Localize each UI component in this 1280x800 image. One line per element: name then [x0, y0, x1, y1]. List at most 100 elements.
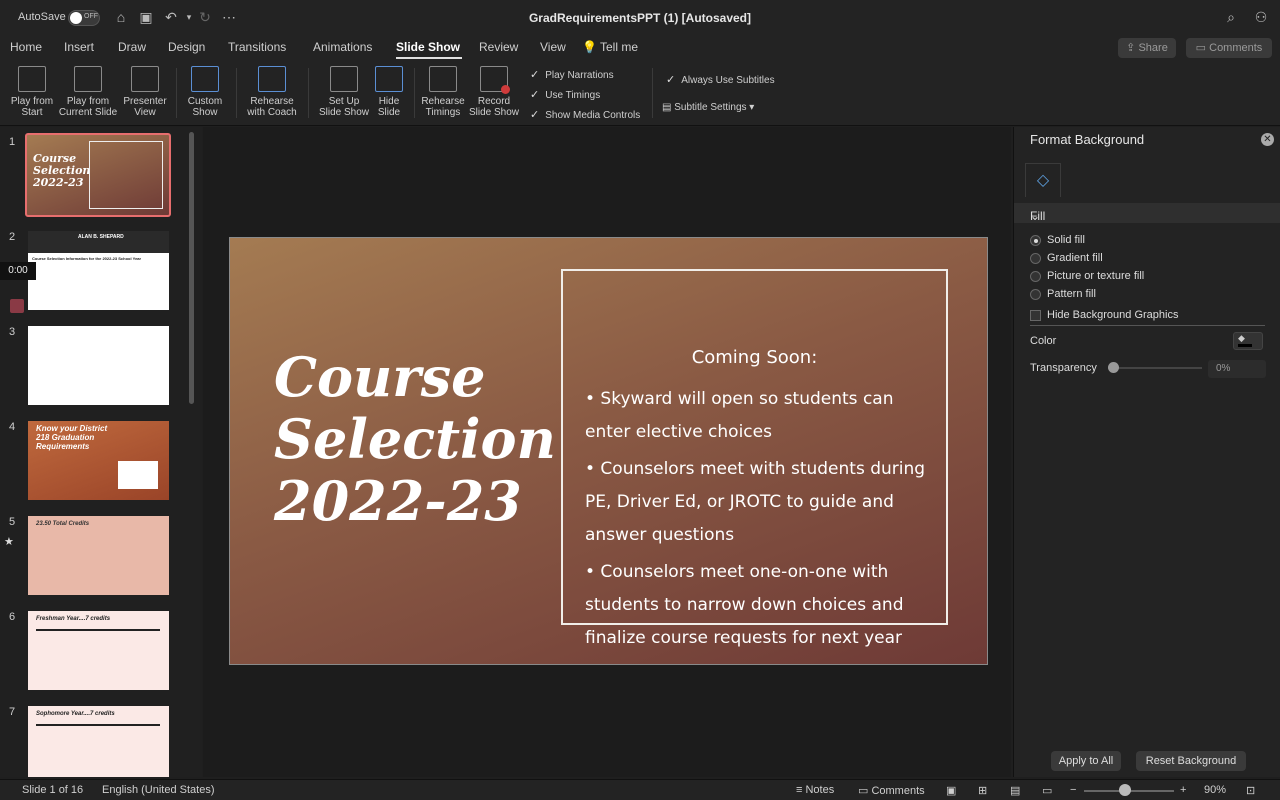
tab-transitions[interactable]: Transitions	[228, 40, 286, 54]
hide-slide-button[interactable]: Hide Slide	[372, 66, 406, 118]
tell-me-search[interactable]: Tell me	[600, 40, 638, 54]
comment-icon: ▭	[1195, 42, 1210, 54]
set-up-label: Set Up Slide Show	[318, 96, 370, 118]
radio-dot	[1030, 252, 1041, 264]
slide-number: 7	[9, 706, 16, 718]
hide-background-graphics-checkbox[interactable]: Hide Background Graphics	[1030, 309, 1178, 321]
radio-dot	[1030, 270, 1041, 282]
play-current-slide-button[interactable]: Play from Current Slide	[58, 66, 118, 118]
presenter-view-button[interactable]: Presenter View	[120, 66, 170, 118]
panel-divider	[1030, 325, 1265, 326]
ribbon-tabs: Home Insert Draw Design Transitions Anim…	[0, 36, 1280, 60]
tab-slide-show[interactable]: Slide Show	[396, 40, 460, 54]
panel-title: Format Background	[1030, 132, 1145, 147]
rehearse-coach-button[interactable]: Rehearse with Coach	[244, 66, 300, 118]
hide-slide-label: Hide Slide	[377, 96, 401, 118]
language-indicator[interactable]: English (United States)	[102, 784, 215, 796]
zoom-percentage[interactable]: 90%	[1204, 784, 1226, 796]
tab-draw[interactable]: Draw	[118, 40, 146, 54]
slide-thumbnail-4[interactable]: Know your District 218 Graduation Requir…	[28, 421, 169, 500]
custom-show-button[interactable]: Custom Show	[182, 66, 228, 118]
bullet-item: • Counselors meet one-on-one with studen…	[585, 562, 904, 648]
thumb-textbox	[89, 141, 163, 209]
play-from-start-label: Play from Start	[10, 96, 54, 118]
custom-show-label: Custom Show	[187, 96, 223, 118]
fit-to-window-icon[interactable]: ⊡	[1246, 784, 1255, 797]
show-media-controls-checkbox[interactable]: ✓ Show Media Controls	[530, 108, 640, 121]
recording-timer: 0:00	[0, 262, 36, 280]
tab-design[interactable]: Design	[168, 40, 205, 54]
thumb-title: Know your District 218 Graduation Requir…	[36, 424, 108, 451]
apply-to-all-button[interactable]: Apply to All	[1051, 751, 1121, 771]
slide-thumbnail-7[interactable]: Sophomore Year....7 credits	[28, 706, 169, 777]
ribbon-separator	[414, 68, 415, 118]
thumb-title: Sophomore Year....7 credits	[36, 711, 115, 717]
tab-animations[interactable]: Animations	[313, 40, 372, 54]
rehearse-timings-button[interactable]: Rehearse Timings	[418, 66, 468, 118]
thumb-divider	[36, 629, 160, 631]
presenter-view-label: Presenter View	[123, 96, 167, 118]
box-heading: Coming Soon:	[691, 347, 818, 368]
slide-thumbnail-1[interactable]: Course Selection 2022-23	[25, 133, 171, 217]
subtitle-settings-dropdown[interactable]: ▤ Subtitle Settings ▾	[662, 102, 754, 113]
picture-fill-radio[interactable]: Picture or texture fill	[1030, 270, 1144, 282]
always-use-subtitles-checkbox[interactable]: ✓ Always Use Subtitles	[666, 73, 775, 86]
zoom-out-icon[interactable]: −	[1070, 784, 1076, 796]
ribbon-separator	[176, 68, 177, 118]
record-slide-show-button[interactable]: Record Slide Show	[468, 66, 520, 118]
play-narrations-checkbox[interactable]: ✓ Play Narrations	[530, 68, 614, 81]
notes-button[interactable]: ≡ Notes	[796, 784, 834, 796]
pattern-fill-radio[interactable]: Pattern fill	[1030, 288, 1096, 300]
slide-thumbnail-2[interactable]: ALAN B. SHEPARD Course Selection Informa…	[28, 231, 169, 310]
use-timings-checkbox[interactable]: ✓ Use Timings	[530, 88, 600, 101]
share-button[interactable]: ⇪ Share	[1118, 38, 1176, 58]
stop-recording-icon[interactable]	[10, 299, 24, 313]
bullet-list: • Skyward will open so students can ente…	[585, 383, 935, 659]
ribbon-toolbar: Play from Start Play from Current Slide …	[0, 60, 1280, 126]
color-picker-button[interactable]: ◆	[1233, 332, 1263, 350]
set-up-slide-show-button[interactable]: Set Up Slide Show	[318, 66, 370, 118]
zoom-in-icon[interactable]: +	[1180, 784, 1186, 796]
thumb-subtitle: Course Selection Information for the 202…	[32, 256, 142, 261]
fill-header-label: Fill	[1030, 209, 1046, 223]
slide-sorter-icon[interactable]: ⊞	[978, 784, 987, 797]
account-icon[interactable]: ⚇	[1252, 8, 1270, 26]
slide-title[interactable]: Course Selection 2022-23	[274, 345, 556, 532]
fill-section-header[interactable]: ⌄ Fill	[1014, 203, 1280, 223]
zoom-slider-handle[interactable]	[1119, 784, 1131, 796]
slide-number: 2	[9, 231, 16, 243]
slider-handle[interactable]	[1108, 362, 1119, 373]
slide-show-icon[interactable]: ▭	[1042, 784, 1052, 797]
tab-insert[interactable]: Insert	[64, 40, 94, 54]
tab-home[interactable]: Home	[10, 40, 42, 54]
status-comments-button[interactable]: ▭ Comments	[858, 784, 925, 797]
share-icon: ⇪	[1126, 42, 1139, 54]
slide-thumbnail-5[interactable]: 23.50 Total Credits	[28, 516, 169, 595]
tab-view[interactable]: View	[540, 40, 566, 54]
transparency-label: Transparency	[1030, 362, 1097, 374]
main-slide[interactable]: Course Selection 2022-23 Coming Soon: • …	[229, 237, 988, 665]
reset-background-button[interactable]: Reset Background	[1136, 751, 1246, 771]
fill-tab-paint-bucket-icon[interactable]: ◇	[1025, 163, 1061, 197]
comments-button[interactable]: ▭ Comments	[1186, 38, 1272, 58]
play-from-start-button[interactable]: Play from Start	[6, 66, 58, 118]
solid-fill-radio[interactable]: Solid fill	[1030, 234, 1085, 246]
reading-view-icon[interactable]: ▤	[1010, 784, 1020, 797]
transparency-slider[interactable]	[1108, 362, 1202, 373]
ribbon-separator	[652, 68, 653, 118]
normal-view-icon[interactable]: ▣	[946, 784, 956, 797]
slide-thumbnail-6[interactable]: Freshman Year....7 credits	[28, 611, 169, 690]
title-line: Course	[274, 345, 486, 409]
close-icon[interactable]: ✕	[1261, 133, 1274, 146]
search-icon[interactable]: ⌕	[1222, 8, 1240, 26]
status-bar: Slide 1 of 16 English (United States) ≡ …	[0, 779, 1280, 800]
slide-thumbnail-3[interactable]	[28, 326, 169, 405]
rehearse-timings-icon	[429, 66, 457, 92]
gradient-fill-radio[interactable]: Gradient fill	[1030, 252, 1103, 264]
tab-review[interactable]: Review	[479, 40, 518, 54]
thumbnails-scrollbar[interactable]	[189, 132, 194, 404]
color-swatch	[1238, 344, 1252, 347]
transparency-input[interactable]: 0%	[1208, 360, 1266, 378]
ribbon-separator	[236, 68, 237, 118]
coming-soon-textbox[interactable]: Coming Soon: • Skyward will open so stud…	[561, 269, 948, 648]
